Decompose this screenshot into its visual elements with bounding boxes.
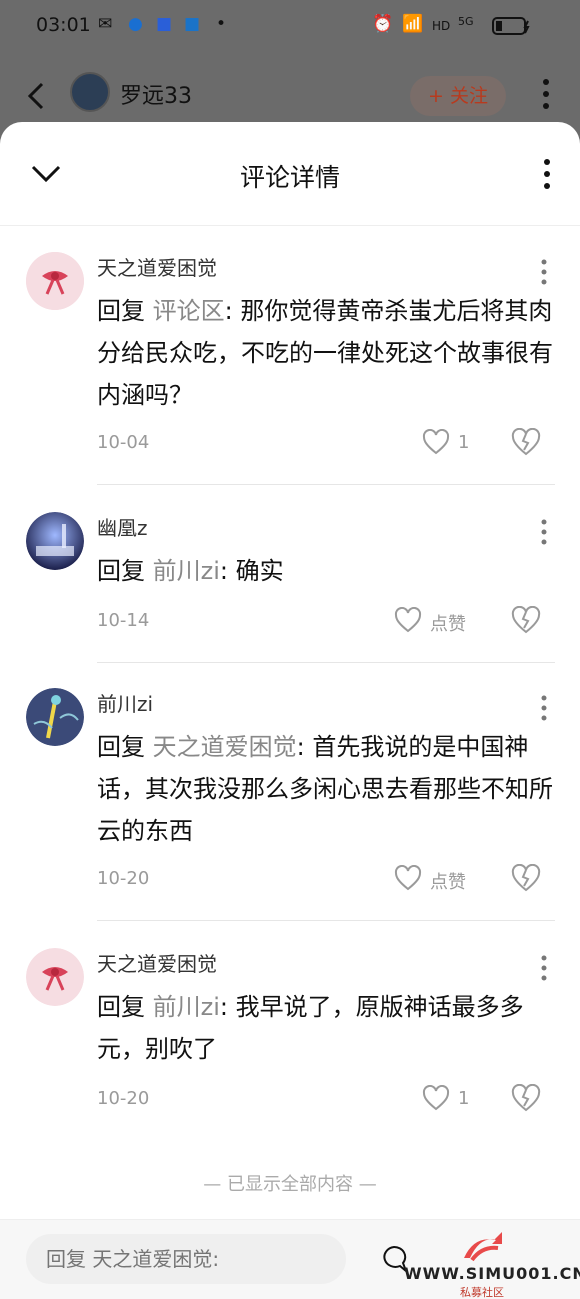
reply-prefix: 回复 — [97, 733, 153, 761]
comment-text: 回复 天之道爱困觉: 首先我说的是中国神话，其次我没那么多闲心思去看那些不知所云… — [97, 726, 557, 852]
comment-author[interactable]: 天之道爱困觉 — [97, 948, 217, 977]
comment-date: 10-14 — [97, 610, 150, 631]
status-time: 03:01 — [36, 14, 91, 36]
avatar[interactable] — [26, 688, 84, 746]
signal-label: 5G — [458, 15, 474, 28]
divider — [97, 484, 555, 485]
comment-text: 回复 评论区: 那你觉得黄帝杀蚩尤后将其肉分给民众吃，不吃的一律处死这个故事很有… — [97, 290, 557, 416]
divider — [97, 920, 555, 921]
end-of-list-note: — 已显示全部内容 — — [203, 1174, 377, 1195]
comment-more-icon[interactable] — [536, 694, 552, 722]
more-icon[interactable] — [536, 76, 556, 112]
reply-prefix: 回复 — [97, 993, 153, 1021]
alarm-icon: ⏰ — [372, 14, 394, 34]
reply-to-user[interactable]: 天之道爱困觉 — [153, 733, 297, 761]
comment-date: 10-20 — [97, 1088, 150, 1109]
comment-body: : 确实 — [219, 557, 284, 585]
avatar[interactable] — [26, 948, 84, 1006]
site-watermark: WWW.SIMU001.CN 私募社区 — [380, 1230, 580, 1299]
like-count: 1 — [458, 1088, 470, 1109]
reply-to-user[interactable]: 前川zi — [153, 557, 220, 585]
comment-more-icon[interactable] — [536, 258, 552, 286]
wifi-icon: 📶 — [402, 14, 424, 34]
qq-icon: ● — [128, 14, 143, 34]
reply-bar: WWW.SIMU001.CN 私募社区 — [0, 1219, 580, 1299]
comment-author[interactable]: 幽凰z — [97, 512, 148, 541]
heart-icon[interactable] — [394, 865, 422, 891]
avatar[interactable] — [26, 512, 84, 570]
comment-detail-sheet: 评论详情 天之道爱困觉 回复 评论区: 那你觉得黄帝杀蚩尤后将其肉分给民众吃，不… — [0, 122, 580, 1299]
broken-heart-icon[interactable] — [511, 864, 541, 892]
comment-date: 10-04 — [97, 432, 150, 453]
like-label[interactable]: 点赞 — [430, 868, 466, 894]
comment-date: 10-20 — [97, 868, 150, 889]
more-icon[interactable] — [537, 156, 557, 192]
comment-text: 回复 前川zi: 我早说了，原版神话最多多元，别吹了 — [97, 986, 557, 1070]
baidu-icon: ■ — [156, 14, 173, 34]
mail-icon: ✉ — [98, 14, 113, 34]
comment-more-icon[interactable] — [536, 954, 552, 982]
status-bar: 03:01 ✉ ● ■ ■ • ⏰ 📶 HD 5G — [0, 0, 580, 54]
like-count: 1 — [458, 432, 470, 453]
author-name[interactable]: 罗远33 — [120, 78, 192, 110]
back-icon[interactable] — [22, 78, 50, 114]
broken-heart-icon[interactable] — [511, 606, 541, 634]
sheet-title: 评论详情 — [239, 163, 340, 192]
logo-icon — [464, 1232, 502, 1262]
heart-icon[interactable] — [422, 1085, 450, 1111]
reply-input[interactable] — [26, 1234, 346, 1284]
comment-more-icon[interactable] — [536, 518, 552, 546]
browser-icon: ■ — [184, 14, 201, 34]
hd-badge: HD — [432, 19, 451, 33]
reply-to-user[interactable]: 评论区 — [153, 297, 225, 325]
battery-icon — [492, 17, 532, 40]
reply-to-user[interactable]: 前川zi — [153, 993, 220, 1021]
heart-icon[interactable] — [422, 429, 450, 455]
broken-heart-icon[interactable] — [511, 1084, 541, 1112]
avatar[interactable] — [26, 252, 84, 310]
broken-heart-icon[interactable] — [511, 428, 541, 456]
dot-icon: • — [216, 14, 227, 34]
heart-icon[interactable] — [394, 607, 422, 633]
comment-author[interactable]: 前川zi — [97, 688, 153, 717]
comment-author[interactable]: 天之道爱困觉 — [97, 252, 217, 281]
author-avatar[interactable] — [70, 72, 110, 112]
comment-text: 回复 前川zi: 确实 — [97, 550, 557, 592]
reply-prefix: 回复 — [97, 297, 153, 325]
watermark-url: WWW.SIMU001.CN — [404, 1264, 580, 1283]
like-label[interactable]: 点赞 — [430, 610, 466, 636]
reply-prefix: 回复 — [97, 557, 153, 585]
follow-button[interactable]: + 关注 — [410, 76, 506, 116]
divider — [97, 662, 555, 663]
sheet-header: 评论详情 — [0, 122, 580, 226]
watermark-sub: 私募社区 — [460, 1286, 504, 1299]
